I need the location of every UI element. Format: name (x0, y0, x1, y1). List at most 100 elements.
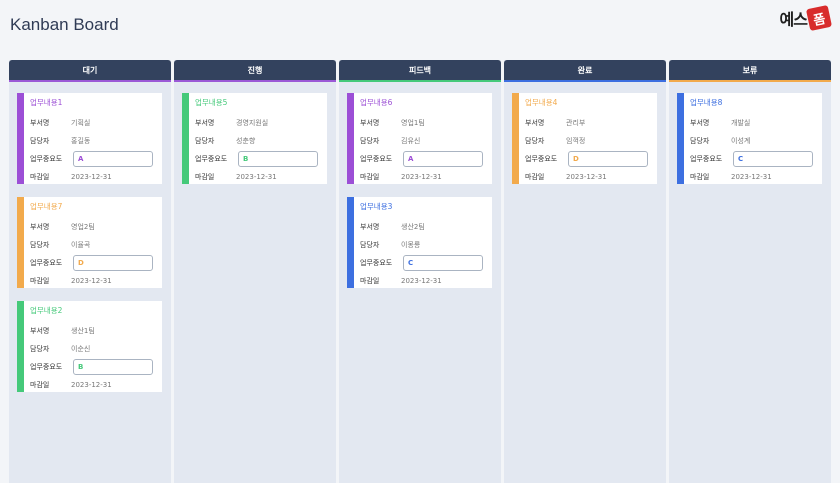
dept-label: 부서명 (30, 223, 50, 231)
priority-field[interactable]: A (403, 151, 483, 167)
card-title: 업무내용3 (360, 202, 393, 211)
due-date-label: 마감일 (360, 277, 380, 285)
assignee-label: 담당자 (690, 137, 710, 145)
task-card[interactable]: 업무내용7 부서명 영업2팀 담당자 이율곡 업무중요도 D 마감일 2023-12-31 (17, 197, 162, 288)
due-date-value: 2023-12-31 (401, 173, 442, 181)
assignee-value: 이성계 (731, 137, 751, 145)
dept-row: 부서명 개발실 (690, 114, 814, 132)
assignee-value: 성춘향 (236, 137, 256, 145)
due-date-row: 마감일 2023-12-31 (525, 168, 649, 186)
dept-label: 부서명 (360, 119, 380, 127)
card-title: 업무내용7 (30, 202, 63, 211)
kanban-column: 진행 업무내용5 부서명 경영지원실 담당자 성춘향 업무중요도 B 마감일 2023-12-31 (174, 60, 336, 483)
assignee-row: 담당자 이순신 (30, 340, 154, 358)
dept-value: 관리부 (566, 119, 586, 127)
kanban-column: 보류 업무내용8 부서명 개발실 담당자 이성계 업무중요도 C 마감일 2023-12-31 (669, 60, 831, 483)
dept-value: 생산2팀 (401, 223, 425, 231)
dept-row: 부서명 생산2팀 (360, 218, 484, 236)
due-date-label: 마감일 (30, 173, 50, 181)
assignee-value: 임꺽정 (566, 137, 586, 145)
assignee-label: 담당자 (525, 137, 545, 145)
assignee-value: 홍길동 (71, 137, 91, 145)
due-date-row: 마감일 2023-12-31 (30, 272, 154, 290)
assignee-row: 담당자 성춘향 (195, 132, 319, 150)
due-date-row: 마감일 2023-12-31 (360, 168, 484, 186)
due-date-value: 2023-12-31 (71, 277, 112, 285)
priority-label: 업무중요도 (360, 259, 393, 267)
due-date-row: 마감일 2023-12-31 (30, 376, 154, 394)
dept-label: 부서명 (195, 119, 215, 127)
priority-field[interactable]: D (73, 255, 153, 271)
due-date-value: 2023-12-31 (401, 277, 442, 285)
assignee-row: 담당자 이성계 (690, 132, 814, 150)
dept-label: 부서명 (525, 119, 545, 127)
kanban-board: 대기 업무내용1 부서명 기획실 담당자 홍길동 업무중요도 A 마감일 2023-12-31 업무… (9, 60, 840, 483)
kanban-column: 완료업무내용4 부서명 관리부담당자 임꺽정업무중요도 D 마감일 2023-12-31 (504, 60, 666, 483)
column-header: 완료 (504, 60, 666, 82)
due-date-label: 마감일 (30, 277, 50, 285)
assignee-value: 이몽룡 (401, 241, 421, 249)
assignee-row: 담당자 임꺽정 (525, 132, 649, 150)
column-body: 업무내용5 부서명 경영지원실 담당자 성춘향 업무중요도 B 마감일 2023-12-31 (174, 82, 336, 197)
priority-label: 업무중요도 (30, 259, 63, 267)
priority-field[interactable]: A (73, 151, 153, 167)
priority-row: 업무중요도 D (30, 254, 154, 272)
column-header: 진행 (174, 60, 336, 82)
assignee-label: 담당자 (30, 137, 50, 145)
task-card[interactable]: 업무내용4 부서명 관리부담당자 임꺽정업무중요도 D 마감일 2023-12-31 (512, 93, 657, 184)
brand-logo: 예스 폼 (780, 4, 833, 32)
priority-label: 업무중요도 (360, 155, 393, 163)
due-date-label: 마감일 (30, 381, 50, 389)
task-card[interactable]: 업무내용2 부서명 생산1팀 담당자 이순신 업무중요도 B 마감일 2023-12-31 (17, 301, 162, 392)
column-body: 업무내용4 부서명 관리부담당자 임꺽정업무중요도 D 마감일 2023-12-31 (504, 82, 666, 197)
assignee-label: 담당자 (30, 345, 50, 353)
card-title: 업무내용1 (30, 98, 63, 107)
due-date-value: 2023-12-31 (731, 173, 772, 181)
dept-label: 부서명 (30, 119, 50, 127)
task-card[interactable]: 업무내용6 부서명 영업1팀 담당자 김유신 업무중요도 A 마감일 2023-12-31 (347, 93, 492, 184)
due-date-value: 2023-12-31 (71, 381, 112, 389)
priority-row: 업무중요도 C (360, 254, 484, 272)
due-date-value: 2023-12-31 (566, 173, 607, 181)
task-card[interactable]: 업무내용8 부서명 개발실담당자 이성계업무중요도 C 마감일 2023-12-31 (677, 93, 822, 184)
priority-label: 업무중요도 (690, 155, 723, 163)
logo-mark-icon: 폼 (805, 4, 833, 32)
priority-label: 업무중요도 (525, 155, 558, 163)
dept-value: 영업2팀 (71, 223, 95, 231)
dept-value: 기획실 (71, 119, 91, 127)
assignee-value: 김유신 (401, 137, 421, 145)
card-title: 업무내용5 (195, 98, 228, 107)
dept-value: 경영지원실 (236, 119, 269, 127)
priority-field[interactable]: C (733, 151, 813, 167)
priority-label: 업무중요도 (30, 155, 63, 163)
page-title: Kanban Board (10, 15, 119, 34)
dept-row: 부서명 영업2팀 (30, 218, 154, 236)
due-date-row: 마감일 2023-12-31 (690, 168, 814, 186)
card-title: 업무내용6 (360, 98, 393, 107)
priority-row: 업무중요도 B (195, 150, 319, 168)
priority-field[interactable]: D (568, 151, 648, 167)
priority-row: 업무중요도 A (360, 150, 484, 168)
priority-row: 업무중요도 C (690, 150, 814, 168)
assignee-label: 담당자 (360, 137, 380, 145)
task-card[interactable]: 업무내용1 부서명 기획실 담당자 홍길동 업무중요도 A 마감일 2023-12-31 (17, 93, 162, 184)
assignee-row: 담당자 홍길동 (30, 132, 154, 150)
dept-row: 부서명 기획실 (30, 114, 154, 132)
priority-field[interactable]: B (238, 151, 318, 167)
task-card[interactable]: 업무내용5 부서명 경영지원실 담당자 성춘향 업무중요도 B 마감일 2023-12-31 (182, 93, 327, 184)
kanban-column: 피드백 업무내용6 부서명 영업1팀 담당자 김유신 업무중요도 A 마감일 2023-12-31… (339, 60, 501, 483)
priority-field[interactable]: C (403, 255, 483, 271)
dept-label: 부서명 (360, 223, 380, 231)
due-date-label: 마감일 (525, 173, 545, 181)
priority-field[interactable]: B (73, 359, 153, 375)
dept-label: 부서명 (30, 327, 50, 335)
card-title: 업무내용8 (690, 98, 723, 107)
due-date-label: 마감일 (690, 173, 710, 181)
column-body: 업무내용6 부서명 영업1팀 담당자 김유신 업무중요도 A 마감일 2023-12-31 업무내… (339, 82, 501, 301)
priority-label: 업무중요도 (30, 363, 63, 371)
card-title: 업무내용4 (525, 98, 558, 107)
task-card[interactable]: 업무내용3 부서명 생산2팀담당자 이몽룡업무중요도 C 마감일 2023-12-31 (347, 197, 492, 288)
dept-row: 부서명 관리부 (525, 114, 649, 132)
dept-row: 부서명 경영지원실 (195, 114, 319, 132)
assignee-label: 담당자 (360, 241, 380, 249)
